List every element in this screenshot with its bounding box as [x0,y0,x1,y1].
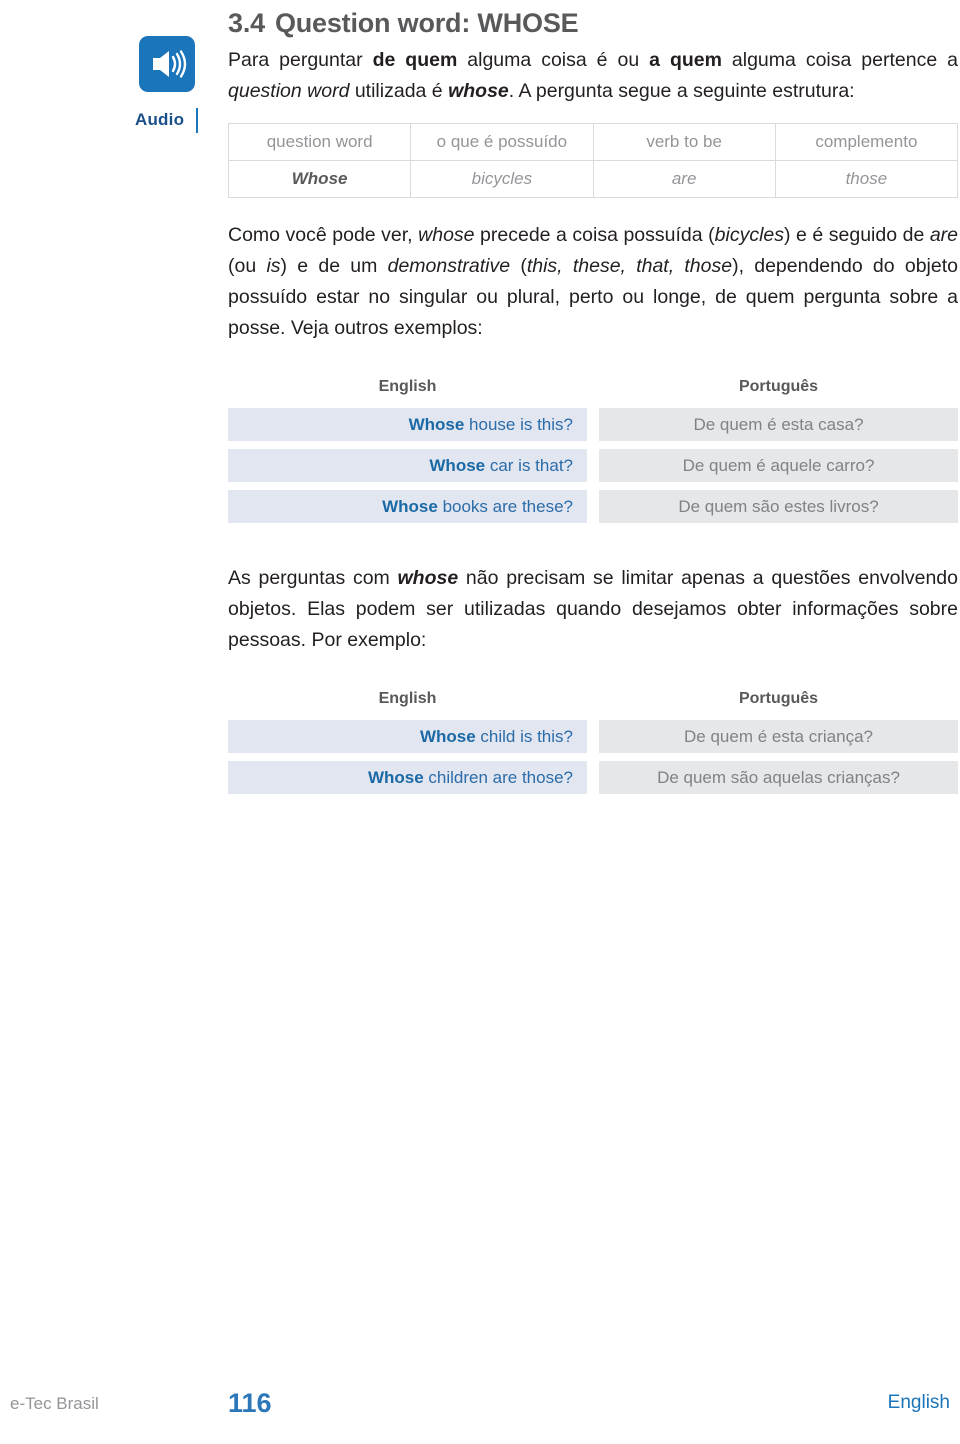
example-cell-portuguese: De quem é aquele carro? [599,449,958,482]
example-cell-english: Whose house is this? [228,408,587,441]
section-number: 3.4 [228,8,265,38]
example-text: books are these? [437,497,573,516]
explanation-paragraph: Como você pode ver, whose precede a cois… [228,220,958,344]
column-header-english: English [378,690,437,707]
page-title: 3.4 Question word: WHOSE [228,0,958,39]
table-header-cell: question word [227,123,412,161]
example-text: child is this? [475,727,573,746]
page-number: 116 [228,1388,272,1418]
table-header-cell: complemento [774,123,959,161]
text-run: As perguntas com [228,567,398,589]
text-run-bold: de quem [372,49,458,71]
text-run: alguma coisa pertence a [721,49,958,71]
text-run-italic: is [266,255,281,277]
example-text: children are those? [423,768,573,787]
table-cell: those [774,160,959,198]
column-header-english: English [378,378,437,395]
table-row: Whose house is this? De quem é esta casa… [228,408,958,441]
table-cell: Whose [227,160,412,198]
text-run: alguma coisa é ou [457,49,650,71]
text-run: precede a coisa possuída ( [474,224,715,246]
example-text: car is that? [485,456,573,475]
text-run: (ou [228,255,267,277]
table-row: Whose child is this? De quem é esta cria… [228,720,958,753]
speaker-audio-icon [139,36,195,92]
table-header-row: question word o que é possuído verb to b… [227,123,959,161]
examples-table-people: English Português Whose child is this? D… [228,690,958,794]
audio-divider [196,108,198,133]
table-cell: are [592,160,776,198]
text-run-bold-italic: whose [397,567,459,589]
text-run: . A pergunta segue a seguinte estrutura: [508,80,855,102]
table-row: Whose bicycles are those [227,160,959,198]
example-cell-english: Whose car is that? [228,449,587,482]
column-header-portuguese: Português [738,378,819,395]
text-run-italic: bicycles [714,224,784,246]
text-run: utilizada é [349,80,449,102]
keyword-whose: Whose [382,497,438,516]
text-run: ) e é seguido de [784,224,930,246]
example-cell-portuguese: De quem é esta criança? [599,720,958,753]
examples-header-row: English Português [228,378,958,396]
keyword-whose: Whose [419,727,476,746]
example-cell-portuguese: De quem são estes livros? [599,490,958,523]
text-run: Para perguntar [228,49,373,71]
table-row: Whose car is that? De quem é aquele carr… [228,449,958,482]
examples-header-row: English Português [228,690,958,708]
page-footer: e-Tec Brasil 116 English [0,1388,960,1420]
example-cell-english: Whose books are these? [228,490,587,523]
footer-brand: e-Tec Brasil [10,1394,99,1413]
example-cell-english: Whose children are those? [228,761,587,794]
section-title-text: Question word: WHOSE [274,8,579,38]
text-run-bold: a quem [649,49,722,71]
text-run-italic: this, these, that, those [526,255,733,277]
column-header-portuguese: Português [738,690,819,707]
text-run: ) e de um [280,255,388,277]
text-run-italic: question word [228,80,350,102]
text-run: Como você pode ver, [228,224,419,246]
text-run-italic: whose [418,224,475,246]
examples-table-objects: English Português Whose house is this? D… [228,378,958,523]
audio-label: Audio [135,110,185,129]
keyword-whose: Whose [408,415,465,434]
text-run: ( [510,255,527,277]
text-run-italic: demonstrative [387,255,511,277]
example-cell-english: Whose child is this? [228,720,587,753]
table-header-cell: o que é possuído [410,123,594,161]
left-gutter: Audio [0,0,225,1444]
keyword-whose: Whose [429,456,486,475]
example-cell-portuguese: De quem são aquelas crianças? [599,761,958,794]
keyword-whose: Whose [367,768,424,787]
example-cell-portuguese: De quem é esta casa? [599,408,958,441]
table-row: Whose children are those? De quem são aq… [228,761,958,794]
people-paragraph: As perguntas com whose não precisam se l… [228,563,958,656]
table-cell: bicycles [410,160,594,198]
main-content: 3.4 Question word: WHOSE Para perguntar d… [227,0,959,802]
sentence-structure-table: question word o que é possuído verb to b… [227,123,959,198]
table-row: Whose books are these? De quem são estes… [228,490,958,523]
footer-language: English [887,1392,950,1413]
text-run-italic: are [929,224,959,246]
example-text: house is this? [464,415,573,434]
text-run-bold-italic: whose [448,80,509,102]
table-header-cell: verb to be [592,123,776,161]
intro-paragraph: Para perguntar de quem alguma coisa é ou… [228,45,958,107]
